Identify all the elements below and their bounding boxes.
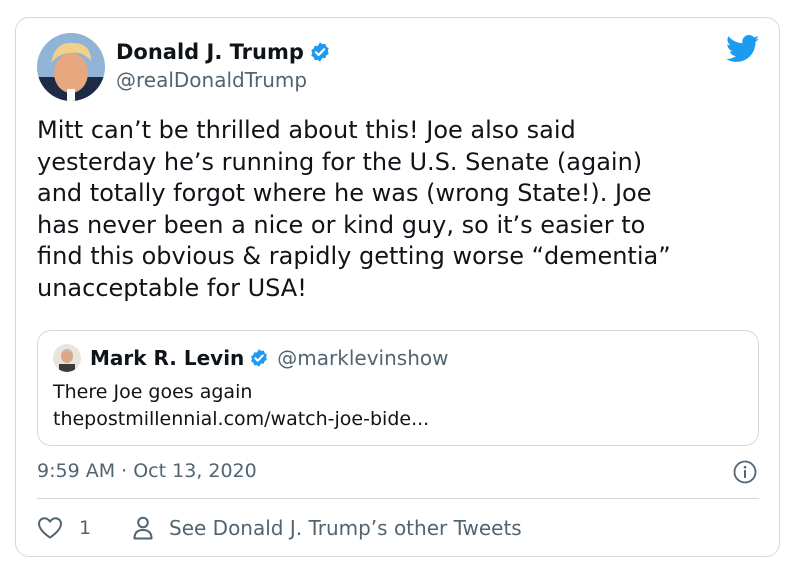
verified-badge-icon (311, 42, 329, 62)
quoted-author[interactable]: Mark R. Levin @marklevinshow (90, 345, 448, 371)
tweet-timestamp[interactable]: 9:59 AM · Oct 13, 2020 (37, 458, 257, 484)
author-name[interactable]: Donald J. Trump (116, 38, 331, 66)
verified-badge-icon (251, 349, 268, 367)
quoted-tweet-text: There Joe goes again (53, 381, 253, 403)
quoted-author-handle[interactable]: @marklevinshow (277, 345, 448, 371)
like-count[interactable]: 1 (79, 515, 91, 541)
person-icon[interactable] (133, 516, 153, 540)
quoted-author-name[interactable]: Mark R. Levin (90, 345, 244, 371)
divider (37, 498, 759, 499)
author-name-text[interactable]: Donald J. Trump (116, 38, 304, 66)
quoted-tweet[interactable]: Mark R. Levin @marklevinshow There Joe g… (37, 330, 759, 446)
quoted-author-avatar[interactable] (53, 344, 81, 372)
quoted-tweet-link[interactable]: thepostmillennial.com/watch-joe-bide... (53, 406, 429, 432)
twitter-bird-icon[interactable] (726, 35, 760, 63)
author-avatar[interactable] (37, 33, 105, 101)
info-icon[interactable] (733, 460, 757, 484)
tweet-text: Mitt can’t be thrilled about this! Joe a… (37, 116, 671, 302)
see-other-tweets-link[interactable]: See Donald J. Trump’s other Tweets (169, 515, 522, 541)
author-handle[interactable]: @realDonaldTrump (116, 67, 307, 93)
heart-icon[interactable] (37, 516, 63, 540)
